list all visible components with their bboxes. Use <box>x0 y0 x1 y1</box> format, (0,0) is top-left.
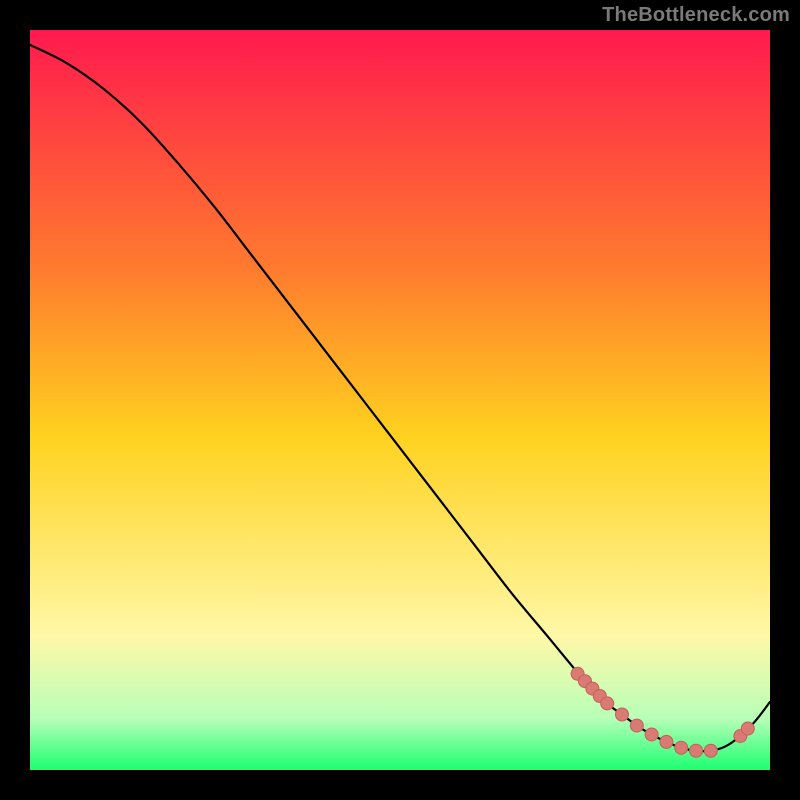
watermark-text: TheBottleneck.com <box>602 4 790 27</box>
heat-gradient <box>30 30 770 770</box>
plot-area <box>30 30 770 770</box>
chart-stage: TheBottleneck.com <box>0 0 800 800</box>
